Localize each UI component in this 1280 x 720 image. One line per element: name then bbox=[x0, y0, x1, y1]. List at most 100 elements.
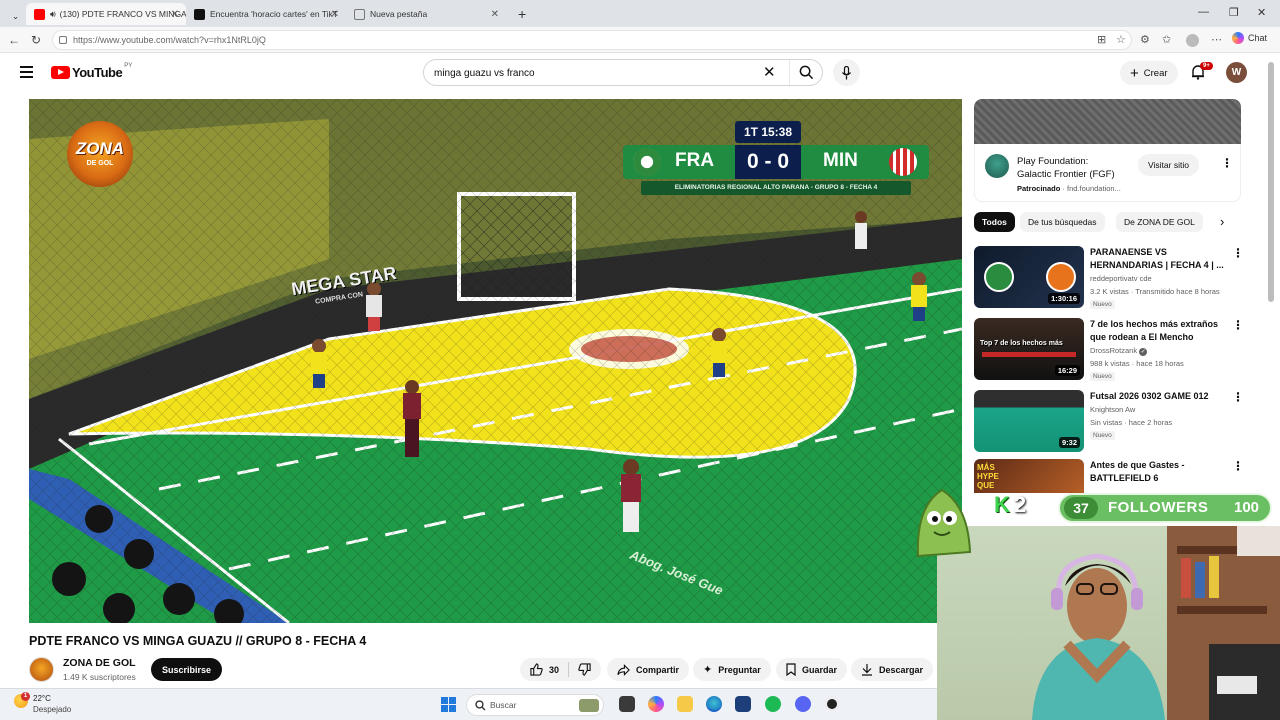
youtube-logo[interactable]: YouTube PY bbox=[51, 63, 132, 80]
windows-start-icon[interactable] bbox=[441, 697, 456, 712]
speaker-icon[interactable]: 🔊︎ bbox=[50, 9, 56, 20]
app-available-icon[interactable]: ⊞ bbox=[1097, 33, 1106, 46]
follower-goal-bar: 37 FOLLOWERS 100 bbox=[1058, 493, 1272, 523]
chat-label: Chat bbox=[1248, 33, 1268, 43]
video-more-icon[interactable]: ⋮ bbox=[1232, 459, 1241, 473]
ask-button[interactable]: ✦ Preguntar bbox=[693, 658, 771, 681]
ad-card[interactable]: Play Foundation: Galactic Frontier (FGF)… bbox=[974, 144, 1241, 202]
favorites-icon[interactable]: ✩ bbox=[1162, 33, 1171, 46]
like-button[interactable]: 30 bbox=[530, 663, 559, 676]
subscriber-count: 1.49 K suscriptores bbox=[63, 672, 136, 682]
channel-name[interactable]: reddeportivatv cde bbox=[1090, 274, 1152, 283]
url-field[interactable]: https://www.youtube.com/watch?v=rhx1NtRL… bbox=[52, 30, 1132, 50]
video-more-icon[interactable]: ⋮ bbox=[1232, 390, 1244, 404]
search-input[interactable] bbox=[434, 64, 754, 82]
profile-icon[interactable] bbox=[1186, 34, 1199, 47]
video-player[interactable]: MEGA STAR COMPRA CON Abog. José Gue ZONA… bbox=[29, 99, 962, 623]
store-icon[interactable] bbox=[735, 696, 751, 712]
spotify-icon[interactable] bbox=[765, 696, 781, 712]
recommended-video[interactable]: MÁS HYPE QUE Antes de que Gastes - BATTL… bbox=[974, 459, 1241, 493]
page-scrollbar[interactable] bbox=[1268, 62, 1274, 302]
score: 0 - 0 bbox=[735, 145, 801, 179]
recommended-video[interactable]: Top 7 de los hechos más 16:29 7 de los h… bbox=[974, 318, 1244, 382]
taskbar-search[interactable]: Buscar bbox=[466, 694, 604, 716]
site-info-icon[interactable] bbox=[59, 36, 67, 44]
user-avatar[interactable]: W bbox=[1226, 62, 1247, 83]
edge-browser-icon[interactable] bbox=[706, 696, 722, 712]
verified-icon: ✓ bbox=[1139, 348, 1148, 356]
ad-more-icon[interactable]: ⋮ bbox=[1221, 156, 1233, 170]
clear-search-icon[interactable]: ✕ bbox=[763, 63, 776, 81]
browser-tab-bar: ⌄ 🔊︎ (130) PDTE FRANCO VS MINGA G ✕ Encu… bbox=[0, 0, 1280, 27]
chip-from-channel[interactable]: De ZONA DE GOL bbox=[1116, 212, 1203, 232]
save-button[interactable]: Guardar bbox=[776, 658, 848, 681]
download-label: Descargar bbox=[879, 664, 924, 675]
video-title[interactable]: PARANAENSE VS HERNANDARIAS | FECHA 4 | .… bbox=[1090, 246, 1230, 272]
away-team: MIN bbox=[823, 150, 858, 171]
reload-icon[interactable]: ↻ bbox=[31, 33, 41, 47]
close-tab-icon[interactable]: ✕ bbox=[331, 9, 339, 20]
restore-icon[interactable]: ❐ bbox=[1229, 6, 1239, 19]
thumbs-down-icon[interactable] bbox=[578, 663, 591, 676]
chip-all[interactable]: Todos bbox=[974, 212, 1015, 232]
recommended-video[interactable]: 9:32 Futsal 2026 0302 GAME 012 Knightson… bbox=[974, 390, 1244, 454]
video-more-icon[interactable]: ⋮ bbox=[1232, 318, 1244, 332]
channel-name-text: DrossRotzank bbox=[1090, 346, 1138, 355]
save-label: Guardar bbox=[802, 664, 838, 675]
favorite-star-icon[interactable]: ☆ bbox=[1116, 33, 1126, 46]
notification-count-badge: 9+ bbox=[1200, 62, 1213, 70]
weather-condition: Despejado bbox=[33, 705, 72, 714]
team-crest-icon bbox=[1046, 262, 1076, 292]
video-thumbnail[interactable]: 1:30:16 bbox=[974, 246, 1084, 308]
minimize-icon[interactable]: — bbox=[1198, 6, 1209, 18]
chip-from-searches[interactable]: De tus búsquedas bbox=[1020, 212, 1105, 232]
discord-icon[interactable] bbox=[795, 696, 811, 712]
extensions-icon[interactable]: ⚙ bbox=[1140, 33, 1150, 46]
new-tab-button[interactable]: + bbox=[510, 3, 534, 25]
video-thumbnail[interactable]: 9:32 bbox=[974, 390, 1084, 452]
download-button[interactable]: Descargar bbox=[851, 658, 934, 681]
file-explorer-icon[interactable] bbox=[677, 696, 693, 712]
share-button[interactable]: Compartir bbox=[607, 658, 690, 681]
close-tab-icon[interactable]: ✕ bbox=[491, 9, 499, 20]
channel-avatar[interactable] bbox=[29, 657, 54, 682]
video-title[interactable]: 7 de los hechos más extraños que rodean … bbox=[1090, 318, 1230, 344]
scoreboard-overlay: 1T 15:38 FRA 0 - 0 MIN ELIMINATORIAS REG… bbox=[623, 121, 929, 197]
new-badge: Nuevo bbox=[1090, 300, 1115, 309]
tab-list-button[interactable]: ⌄ bbox=[4, 5, 22, 27]
temperature: 22°C bbox=[33, 694, 51, 703]
video-title[interactable]: Antes de que Gastes - BATTLEFIELD 6 bbox=[1090, 459, 1230, 485]
obs-icon[interactable] bbox=[824, 696, 840, 712]
share-arrow-icon bbox=[617, 663, 630, 676]
task-view-icon[interactable] bbox=[619, 696, 635, 712]
create-button[interactable]: + Crear bbox=[1120, 61, 1178, 85]
tab-new[interactable]: Nueva pestaña ✕ bbox=[346, 3, 506, 25]
copilot-app-icon[interactable] bbox=[648, 696, 664, 712]
subscribe-button[interactable]: Suscribirse bbox=[151, 658, 223, 681]
new-badge: Nuevo bbox=[1090, 431, 1115, 440]
tab-youtube[interactable]: 🔊︎ (130) PDTE FRANCO VS MINGA G ✕ bbox=[26, 3, 186, 25]
home-crest-icon bbox=[633, 148, 661, 176]
recommended-video[interactable]: 1:30:16 PARANAENSE VS HERNANDARIAS | FEC… bbox=[974, 246, 1244, 310]
search-button[interactable] bbox=[789, 60, 823, 85]
video-title[interactable]: Futsal 2026 0302 GAME 012 bbox=[1090, 390, 1230, 403]
menu-icon[interactable] bbox=[20, 66, 33, 81]
chevron-right-icon[interactable]: › bbox=[1220, 214, 1224, 229]
ad-banner-image[interactable] bbox=[974, 99, 1241, 144]
visit-site-button[interactable]: Visitar sitio bbox=[1138, 154, 1199, 176]
video-more-icon[interactable]: ⋮ bbox=[1232, 246, 1244, 260]
video-thumbnail[interactable]: MÁS HYPE QUE bbox=[974, 459, 1084, 493]
close-tab-icon[interactable]: ✕ bbox=[171, 9, 179, 20]
channel-name[interactable]: Knightson Aw bbox=[1090, 405, 1135, 414]
more-menu-icon[interactable]: ⋯ bbox=[1211, 33, 1222, 46]
channel-name[interactable]: DrossRotzank ✓ bbox=[1090, 346, 1148, 356]
weather-alert-badge: 1 bbox=[21, 692, 30, 701]
back-icon[interactable]: ← bbox=[8, 33, 20, 47]
video-thumbnail[interactable]: Top 7 de los hechos más 16:29 bbox=[974, 318, 1084, 380]
close-window-icon[interactable]: ✕ bbox=[1257, 6, 1266, 19]
voice-search-button[interactable] bbox=[833, 59, 860, 86]
ad-title[interactable]: Play Foundation: Galactic Frontier (FGF) bbox=[1017, 155, 1122, 181]
tab-tiktok[interactable]: Encuentra 'horacio cartes' en TikT ✕ bbox=[186, 3, 346, 25]
copilot-chat-button[interactable]: Chat bbox=[1232, 32, 1267, 44]
channel-name[interactable]: ZONA DE GOL bbox=[63, 657, 136, 669]
